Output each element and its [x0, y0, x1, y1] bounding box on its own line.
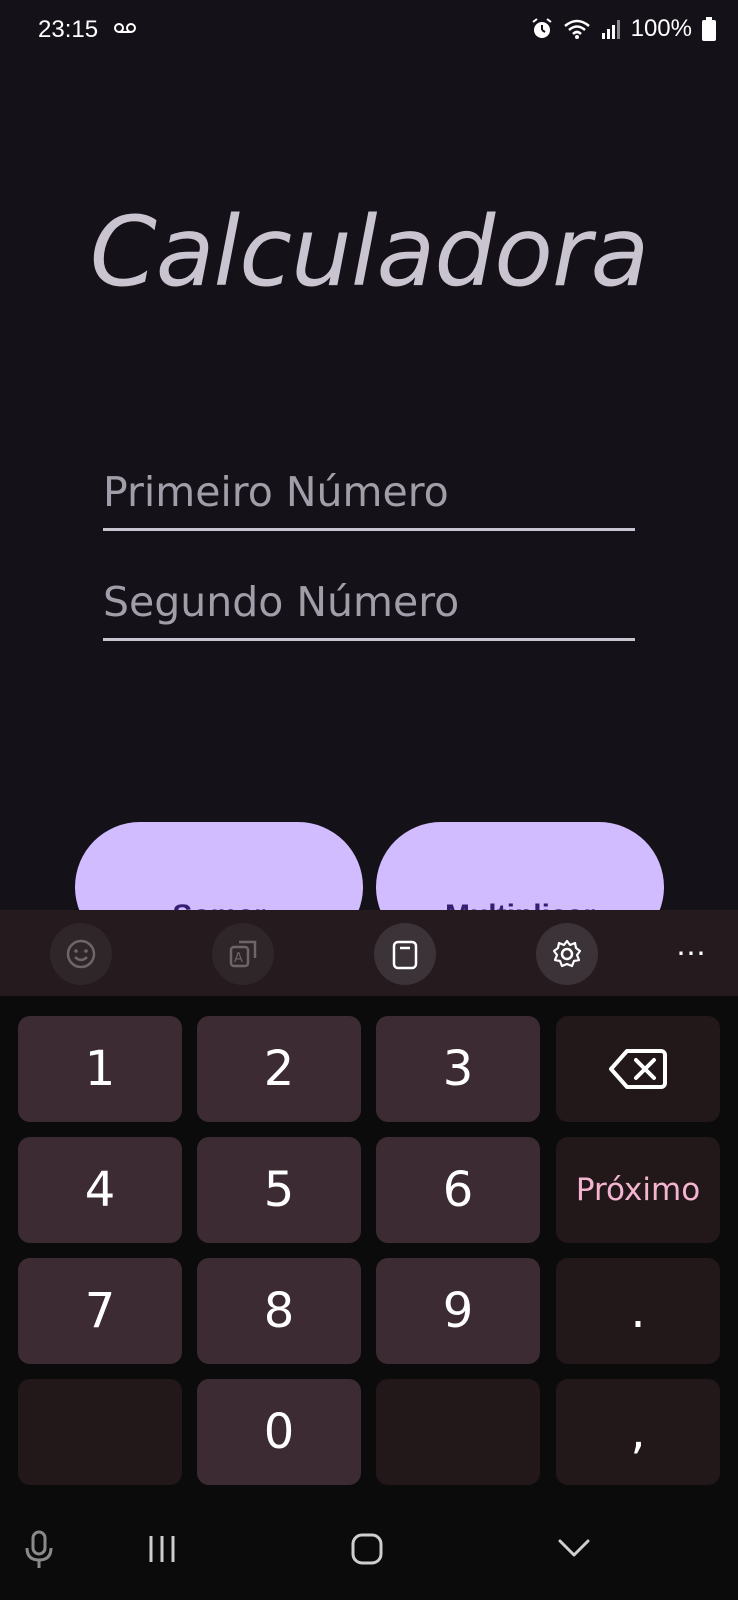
comma-key[interactable]: , [556, 1379, 720, 1485]
alarm-icon [532, 18, 552, 38]
numeric-keyboard: 1 2 3 4 5 6 Próximo 7 8 9 . 0 , [0, 996, 738, 1504]
key-1[interactable]: 1 [18, 1016, 182, 1122]
blank-key-right [376, 1379, 540, 1485]
backspace-key[interactable] [556, 1016, 720, 1122]
emoji-icon[interactable] [50, 923, 112, 985]
svg-text:A: A [234, 951, 243, 966]
settings-icon[interactable] [536, 923, 598, 985]
first-number-input[interactable] [103, 468, 635, 531]
voicemail-icon [114, 23, 136, 33]
next-key[interactable]: Próximo [556, 1137, 720, 1243]
wifi-icon [563, 19, 590, 39]
key-9[interactable]: 9 [376, 1258, 540, 1364]
key-0[interactable]: 0 [197, 1379, 361, 1485]
status-time: 23:15 [38, 16, 99, 43]
second-number-field[interactable] [103, 578, 635, 641]
navigation-bar [0, 1504, 738, 1600]
microphone-icon[interactable] [24, 1530, 54, 1570]
blank-key-left [18, 1379, 182, 1485]
keyboard-toolbar: A ⋯ [0, 910, 738, 996]
app-title: Calculadora [89, 196, 650, 308]
status-bar: 23:15 100% [0, 0, 738, 60]
more-icon[interactable]: ⋯ [676, 936, 708, 971]
signal-icon [601, 20, 620, 39]
hide-keyboard-icon[interactable] [557, 1537, 591, 1559]
battery-icon [702, 17, 716, 41]
first-number-field[interactable] [103, 468, 635, 531]
recent-apps-icon[interactable] [146, 1534, 178, 1564]
clipboard-icon[interactable] [374, 923, 436, 985]
key-7[interactable]: 7 [18, 1258, 182, 1364]
backspace-icon [609, 1049, 667, 1089]
key-2[interactable]: 2 [197, 1016, 361, 1122]
home-icon[interactable] [351, 1533, 383, 1565]
key-3[interactable]: 3 [376, 1016, 540, 1122]
second-number-input[interactable] [103, 578, 635, 641]
dot-key[interactable]: . [556, 1258, 720, 1364]
key-8[interactable]: 8 [197, 1258, 361, 1364]
translate-icon[interactable]: A [212, 923, 274, 985]
key-4[interactable]: 4 [18, 1137, 182, 1243]
key-6[interactable]: 6 [376, 1137, 540, 1243]
battery-level: 100% [630, 15, 692, 42]
key-5[interactable]: 5 [197, 1137, 361, 1243]
